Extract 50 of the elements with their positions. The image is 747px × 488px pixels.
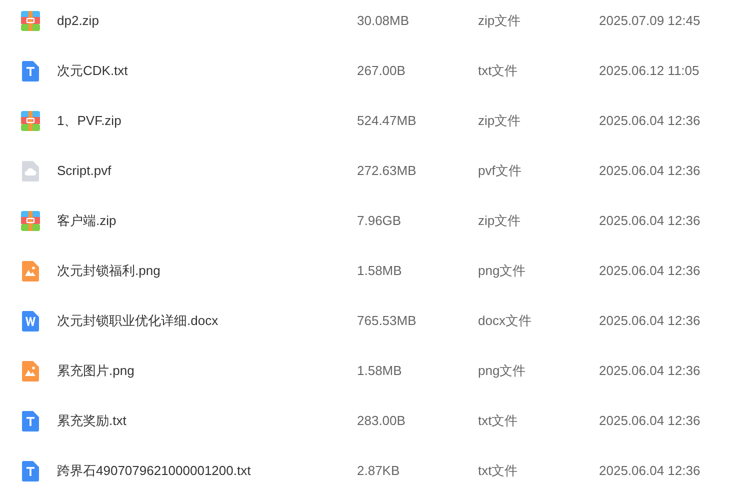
file-name[interactable]: 客户端.zip	[57, 211, 357, 231]
modified-date: 2025.06.04 12:36	[599, 162, 700, 180]
modified-date: 2025.06.04 12:36	[599, 412, 700, 430]
text-file-icon	[20, 60, 40, 82]
archive-icon	[20, 110, 40, 132]
modified-date: 2025.06.04 12:36	[599, 212, 700, 230]
modified-date: 2025.06.04 12:36	[599, 112, 700, 130]
file-type: docx文件	[478, 312, 532, 330]
file-size: 1.58MB	[357, 362, 403, 380]
file-name[interactable]: dp2.zip	[57, 11, 357, 31]
modified-date: 2025.06.04 12:36	[599, 262, 700, 280]
file-type: png文件	[478, 362, 527, 380]
file-size: 272.63MB	[357, 162, 418, 180]
cloud-file-icon	[20, 160, 40, 182]
archive-icon	[20, 10, 40, 32]
file-name[interactable]: 1、PVF.zip	[57, 111, 357, 131]
file-name[interactable]: 累充图片.png	[57, 361, 357, 381]
word-file-icon	[20, 310, 40, 332]
file-type: txt文件	[478, 62, 519, 80]
text-file-icon	[20, 460, 40, 482]
text-file-icon	[20, 410, 40, 432]
file-name[interactable]: Script.pvf	[57, 161, 357, 181]
modified-date: 2025.06.04 12:36	[599, 362, 700, 380]
image-file-icon	[20, 260, 40, 282]
file-type: png文件	[478, 262, 527, 280]
file-size: 267.00B	[357, 62, 406, 80]
file-name[interactable]: 次元封锁职业优化详细.docx	[57, 311, 357, 331]
file-type: txt文件	[478, 412, 519, 430]
image-file-icon	[20, 360, 40, 382]
file-type: txt文件	[478, 462, 519, 480]
file-size: 524.47MB	[357, 112, 418, 130]
modified-date: 2025.06.04 12:36	[599, 462, 700, 480]
file-size: 30.08MB	[357, 12, 410, 30]
file-name[interactable]: 跨界石4907079621000001200.txt	[57, 461, 357, 481]
file-name[interactable]: 累充奖励.txt	[57, 411, 357, 431]
file-name[interactable]: 次元封锁福利.png	[57, 261, 357, 281]
file-type: zip文件	[478, 212, 522, 230]
file-size: 283.00B	[357, 412, 406, 430]
file-type: zip文件	[478, 112, 522, 130]
file-size: 765.53MB	[357, 312, 418, 330]
modified-date: 2025.07.09 12:45	[599, 12, 700, 30]
archive-icon	[20, 210, 40, 232]
file-name[interactable]: 次元CDK.txt	[57, 61, 357, 81]
file-type: zip文件	[478, 12, 522, 30]
file-size: 7.96GB	[357, 212, 402, 230]
file-size: 2.87KB	[357, 462, 401, 480]
file-size: 1.58MB	[357, 262, 403, 280]
modified-date: 2025.06.04 12:36	[599, 312, 700, 330]
modified-date: 2025.06.12 11:05	[599, 62, 700, 80]
file-type: pvf文件	[478, 162, 522, 180]
